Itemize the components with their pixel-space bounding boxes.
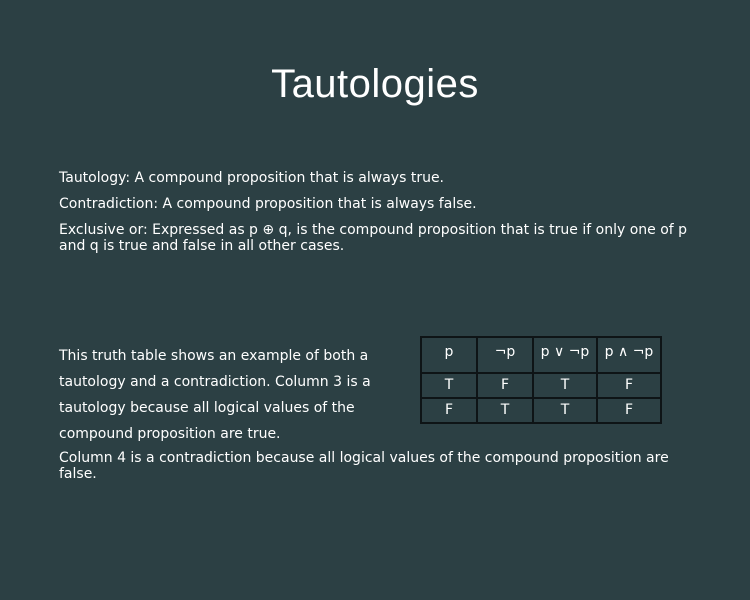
truth-table-header-cell: p ∨ ¬p bbox=[532, 336, 598, 374]
truth-table-cell: F bbox=[476, 372, 534, 399]
truth-table-cell: T bbox=[532, 397, 598, 424]
truth-table-header-cell: p bbox=[420, 336, 478, 374]
tautology-definition: Tautology: A compound proposition that i… bbox=[59, 170, 445, 186]
truth-table-header-row: p ¬p p ∨ ¬p p ∧ ¬p bbox=[420, 336, 662, 374]
exclusive-or-definition: Exclusive or: Expressed as p ⊕ q, is the… bbox=[59, 222, 688, 254]
contradiction-definition: Contradiction: A compound proposition th… bbox=[59, 196, 477, 212]
truth-table-row: F T T F bbox=[420, 397, 662, 424]
truth-table-cell: T bbox=[532, 372, 598, 399]
truth-table-row: T F T F bbox=[420, 372, 662, 399]
definitions-block: Tautology: A compound proposition that i… bbox=[59, 170, 699, 264]
truth-table-cell: F bbox=[596, 397, 662, 424]
truth-table-cell: F bbox=[420, 397, 478, 424]
table-explanation: This truth table shows an example of bot… bbox=[59, 348, 371, 442]
truth-table-cell: F bbox=[596, 372, 662, 399]
truth-table-header-cell: ¬p bbox=[476, 336, 534, 374]
truth-table-header-cell: p ∧ ¬p bbox=[596, 336, 662, 374]
contradiction-explanation: Column 4 is a contradiction because all … bbox=[59, 450, 669, 482]
slide-title: Tautologies bbox=[271, 62, 479, 106]
truth-table: p ¬p p ∨ ¬p p ∧ ¬p T F T F F T T F bbox=[420, 336, 662, 424]
truth-table-cell: T bbox=[476, 397, 534, 424]
truth-table-cell: T bbox=[420, 372, 478, 399]
